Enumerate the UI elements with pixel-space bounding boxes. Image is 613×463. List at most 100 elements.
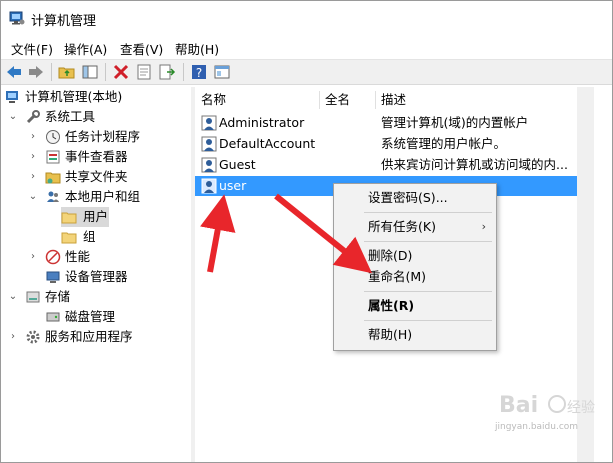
user-name: Guest bbox=[219, 157, 256, 172]
user-icon bbox=[201, 157, 217, 173]
event-viewer-icon bbox=[46, 150, 60, 164]
chevron-down-icon[interactable]: ⌄ bbox=[7, 107, 19, 127]
menu-item-all-tasks[interactable]: 所有任务(K) › bbox=[334, 216, 496, 238]
tree-item-label: 事件查看器 bbox=[65, 149, 128, 164]
tree-item-storage[interactable]: ⌄ 存储 bbox=[5, 287, 191, 307]
user-icon bbox=[201, 115, 217, 131]
toolbar-separator bbox=[51, 63, 52, 81]
user-icon bbox=[201, 136, 217, 152]
tree-item-label: 服务和应用程序 bbox=[45, 329, 133, 344]
menu-item-label: 设置密码(S)... bbox=[368, 190, 448, 205]
up-folder-icon[interactable] bbox=[58, 63, 76, 81]
toolbar-separator bbox=[183, 63, 184, 81]
computer-management-icon bbox=[9, 11, 25, 25]
chevron-right-icon[interactable]: › bbox=[27, 127, 39, 147]
chevron-right-icon[interactable]: › bbox=[7, 327, 19, 347]
menu-item-label: 属性(R) bbox=[368, 298, 415, 313]
tree-item-event-viewer[interactable]: › 事件查看器 bbox=[5, 147, 191, 167]
menu-item-delete[interactable]: 删除(D) bbox=[334, 245, 496, 267]
list-row-defaultaccount[interactable]: DefaultAccount 系统管理的用户帐户。 bbox=[195, 134, 577, 154]
menu-item-label: 所有任务(K) bbox=[368, 219, 436, 234]
menu-item-label: 帮助(H) bbox=[368, 327, 413, 342]
tree-root[interactable]: 计算机管理(本地) bbox=[5, 87, 191, 107]
back-icon[interactable] bbox=[5, 63, 23, 81]
tree-item-label: 设备管理器 bbox=[65, 269, 128, 284]
column-divider[interactable] bbox=[375, 91, 376, 109]
menu-item-label: 重命名(M) bbox=[368, 269, 427, 284]
menu-item-help[interactable]: 帮助(H) bbox=[334, 324, 496, 346]
list-row-administrator[interactable]: Administrator 管理计算机(域)的内置帐户 bbox=[195, 113, 577, 133]
tree-item-services-apps[interactable]: › 服务和应用程序 bbox=[5, 327, 191, 347]
user-name: user bbox=[219, 178, 247, 193]
tools-icon bbox=[26, 110, 40, 124]
export-icon[interactable] bbox=[158, 63, 176, 81]
svg-text:?: ? bbox=[196, 66, 202, 80]
menu-item-rename[interactable]: 重命名(M) bbox=[334, 266, 496, 288]
tree-item-shared-folders[interactable]: › 共享文件夹 bbox=[5, 167, 191, 187]
watermark-url: jingyan.baidu.com bbox=[495, 422, 579, 432]
tree-item-disk-management[interactable]: 磁盘管理 bbox=[5, 307, 191, 327]
menu-separator bbox=[364, 291, 492, 292]
title-bar: 计算机管理 bbox=[1, 1, 612, 35]
tree-item-users[interactable]: 用户 bbox=[61, 207, 109, 227]
tree-item-label: 任务计划程序 bbox=[65, 129, 141, 144]
chevron-right-icon[interactable]: › bbox=[27, 147, 39, 167]
tree-item-label: 磁盘管理 bbox=[65, 309, 116, 324]
chevron-right-icon[interactable]: › bbox=[27, 167, 39, 187]
properties-icon[interactable] bbox=[135, 63, 153, 81]
folder-icon bbox=[61, 212, 77, 224]
column-header-fullname[interactable]: 全名 bbox=[325, 89, 350, 111]
toolbar-separator bbox=[105, 63, 106, 81]
tree-item-performance[interactable]: › 性能 bbox=[5, 247, 191, 267]
navigation-tree: 计算机管理(本地) ⌄ 系统工具 › 任务计划程序 › 事件查看器 › 共享文件… bbox=[1, 87, 192, 462]
clock-icon bbox=[46, 130, 60, 144]
show-hide-tree-icon[interactable] bbox=[81, 63, 99, 81]
storage-icon bbox=[26, 291, 40, 303]
computer-management-icon bbox=[6, 91, 18, 103]
user-description: 管理计算机(域)的内置帐户 bbox=[381, 115, 529, 130]
column-divider[interactable] bbox=[319, 91, 320, 109]
chevron-down-icon[interactable]: ⌄ bbox=[7, 287, 19, 307]
chevron-down-icon[interactable]: ⌄ bbox=[27, 187, 39, 207]
performance-icon bbox=[45, 249, 61, 265]
help-icon[interactable]: ? bbox=[190, 63, 208, 81]
baidu-logo-icon: Bai 经验 bbox=[499, 393, 595, 418]
tree-item-task-scheduler[interactable]: › 任务计划程序 bbox=[5, 127, 191, 147]
menu-separator bbox=[364, 212, 492, 213]
tree-item-local-users-groups[interactable]: ⌄ 本地用户和组 bbox=[5, 187, 191, 207]
tree-item-groups[interactable]: 组 bbox=[61, 227, 191, 247]
menu-separator bbox=[364, 320, 492, 321]
shared-folder-icon bbox=[45, 172, 61, 184]
toolbar: ? bbox=[1, 59, 612, 85]
menu-action[interactable]: 操作(A) bbox=[64, 39, 107, 58]
window-title: 计算机管理 bbox=[31, 14, 97, 29]
user-description: 系统管理的用户帐户。 bbox=[381, 136, 507, 151]
menu-separator bbox=[364, 241, 492, 242]
menu-view[interactable]: 查看(V) bbox=[120, 39, 163, 58]
baidu-watermark: Bai 经验 jingyan.baidu.com bbox=[495, 388, 595, 448]
console-icon[interactable] bbox=[213, 63, 231, 81]
tree-item-label: 用户 bbox=[83, 209, 109, 224]
column-header-description[interactable]: 描述 bbox=[381, 89, 406, 111]
list-row-guest[interactable]: Guest 供来宾访问计算机或访问域的内... bbox=[195, 155, 577, 175]
user-name: DefaultAccount bbox=[219, 136, 316, 151]
tree-item-label: 组 bbox=[83, 229, 96, 244]
folder-icon bbox=[61, 232, 77, 244]
menu-file[interactable]: 文件(F) bbox=[11, 39, 53, 58]
user-icon bbox=[201, 178, 217, 194]
menu-help[interactable]: 帮助(H) bbox=[175, 39, 219, 58]
column-header-name[interactable]: 名称 bbox=[201, 89, 226, 111]
tree-item-label: 存储 bbox=[45, 289, 71, 304]
tree-item-system-tools[interactable]: ⌄ 系统工具 bbox=[5, 107, 191, 127]
tree-item-device-manager[interactable]: 设备管理器 bbox=[5, 267, 191, 287]
tree-item-label: 本地用户和组 bbox=[65, 189, 141, 204]
tree-root-label: 计算机管理(本地) bbox=[25, 89, 123, 104]
menu-item-properties[interactable]: 属性(R) bbox=[334, 295, 496, 317]
menu-item-set-password[interactable]: 设置密码(S)... bbox=[334, 187, 496, 209]
delete-icon[interactable] bbox=[112, 63, 130, 81]
context-menu: 设置密码(S)... 所有任务(K) › 删除(D) 重命名(M) 属性(R) … bbox=[333, 183, 497, 351]
forward-icon[interactable] bbox=[27, 63, 45, 81]
chevron-right-icon[interactable]: › bbox=[27, 247, 39, 267]
tree-item-label: 性能 bbox=[65, 249, 91, 264]
services-icon bbox=[26, 330, 40, 344]
